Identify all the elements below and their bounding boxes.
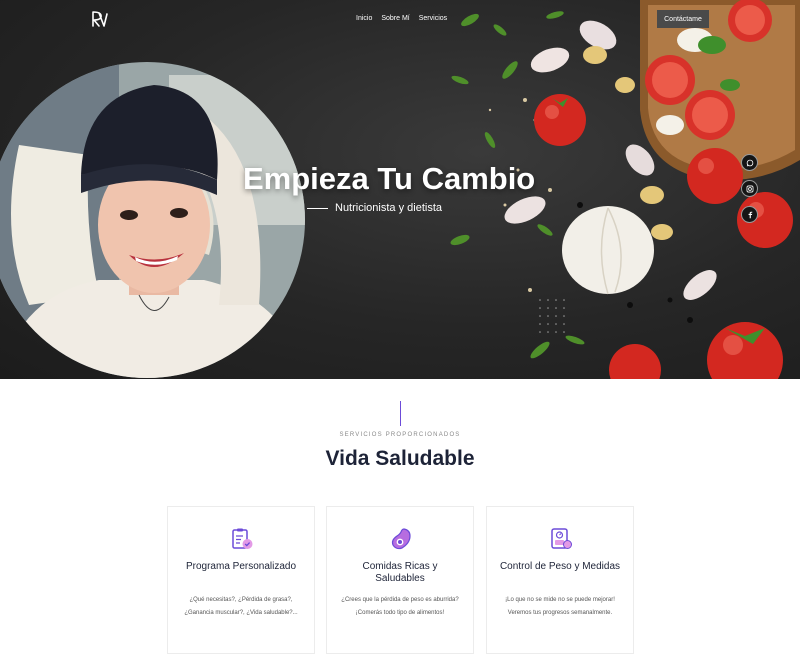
card-title: Control de Peso y Medidas	[499, 561, 621, 572]
nav-inicio[interactable]: Inicio	[356, 15, 372, 22]
card-text: ¡Lo que no se mide no se puede mejorar! …	[505, 597, 615, 616]
hero-subtitle: Nutricionista y dietista	[335, 202, 442, 214]
services-title: Vida Saludable	[325, 447, 475, 470]
contact-button[interactable]: Contáctame	[657, 10, 709, 28]
hero-title: Empieza Tu Cambio	[243, 161, 536, 196]
card-text: ¿Crees que la pérdida de peso es aburrid…	[341, 597, 459, 616]
card-title: Comidas Ricas y Saludables	[362, 561, 438, 584]
hero-section: Inicio Sobre Mí Servicios Contáctame Emp…	[0, 0, 800, 379]
whatsapp-icon[interactable]	[741, 154, 758, 171]
avocado-icon	[391, 528, 411, 550]
scale-icon	[551, 528, 572, 549]
service-card-control[interactable]: Control de Peso y Medidas ¡Lo que no se …	[486, 506, 634, 654]
services-eyebrow: SERVICIOS PROPORCIONADOS	[339, 432, 461, 438]
logo[interactable]	[90, 10, 108, 28]
checklist-icon	[232, 528, 253, 549]
nav-sobre-mi[interactable]: Sobre Mí	[381, 15, 409, 22]
instagram-icon[interactable]	[741, 180, 758, 197]
main-nav: Inicio Sobre Mí Servicios	[356, 15, 447, 22]
card-text: ¿Qué necesitas?, ¿Pérdida de grasa?, ¿Ga…	[184, 597, 298, 616]
card-title: Programa Personalizado	[185, 561, 297, 572]
nav-servicios[interactable]: Servicios	[419, 15, 447, 22]
profile-photo	[0, 55, 305, 379]
section-divider	[400, 401, 401, 426]
service-card-programa[interactable]: Programa Personalizado ¿Qué necesitas?, …	[167, 506, 315, 654]
facebook-icon[interactable]	[741, 206, 758, 223]
subtitle-line	[307, 207, 328, 209]
service-card-comidas[interactable]: Comidas Ricas y Saludables ¿Crees que la…	[326, 506, 474, 654]
hero-subtitle-row: Nutricionista y dietista	[307, 202, 442, 214]
